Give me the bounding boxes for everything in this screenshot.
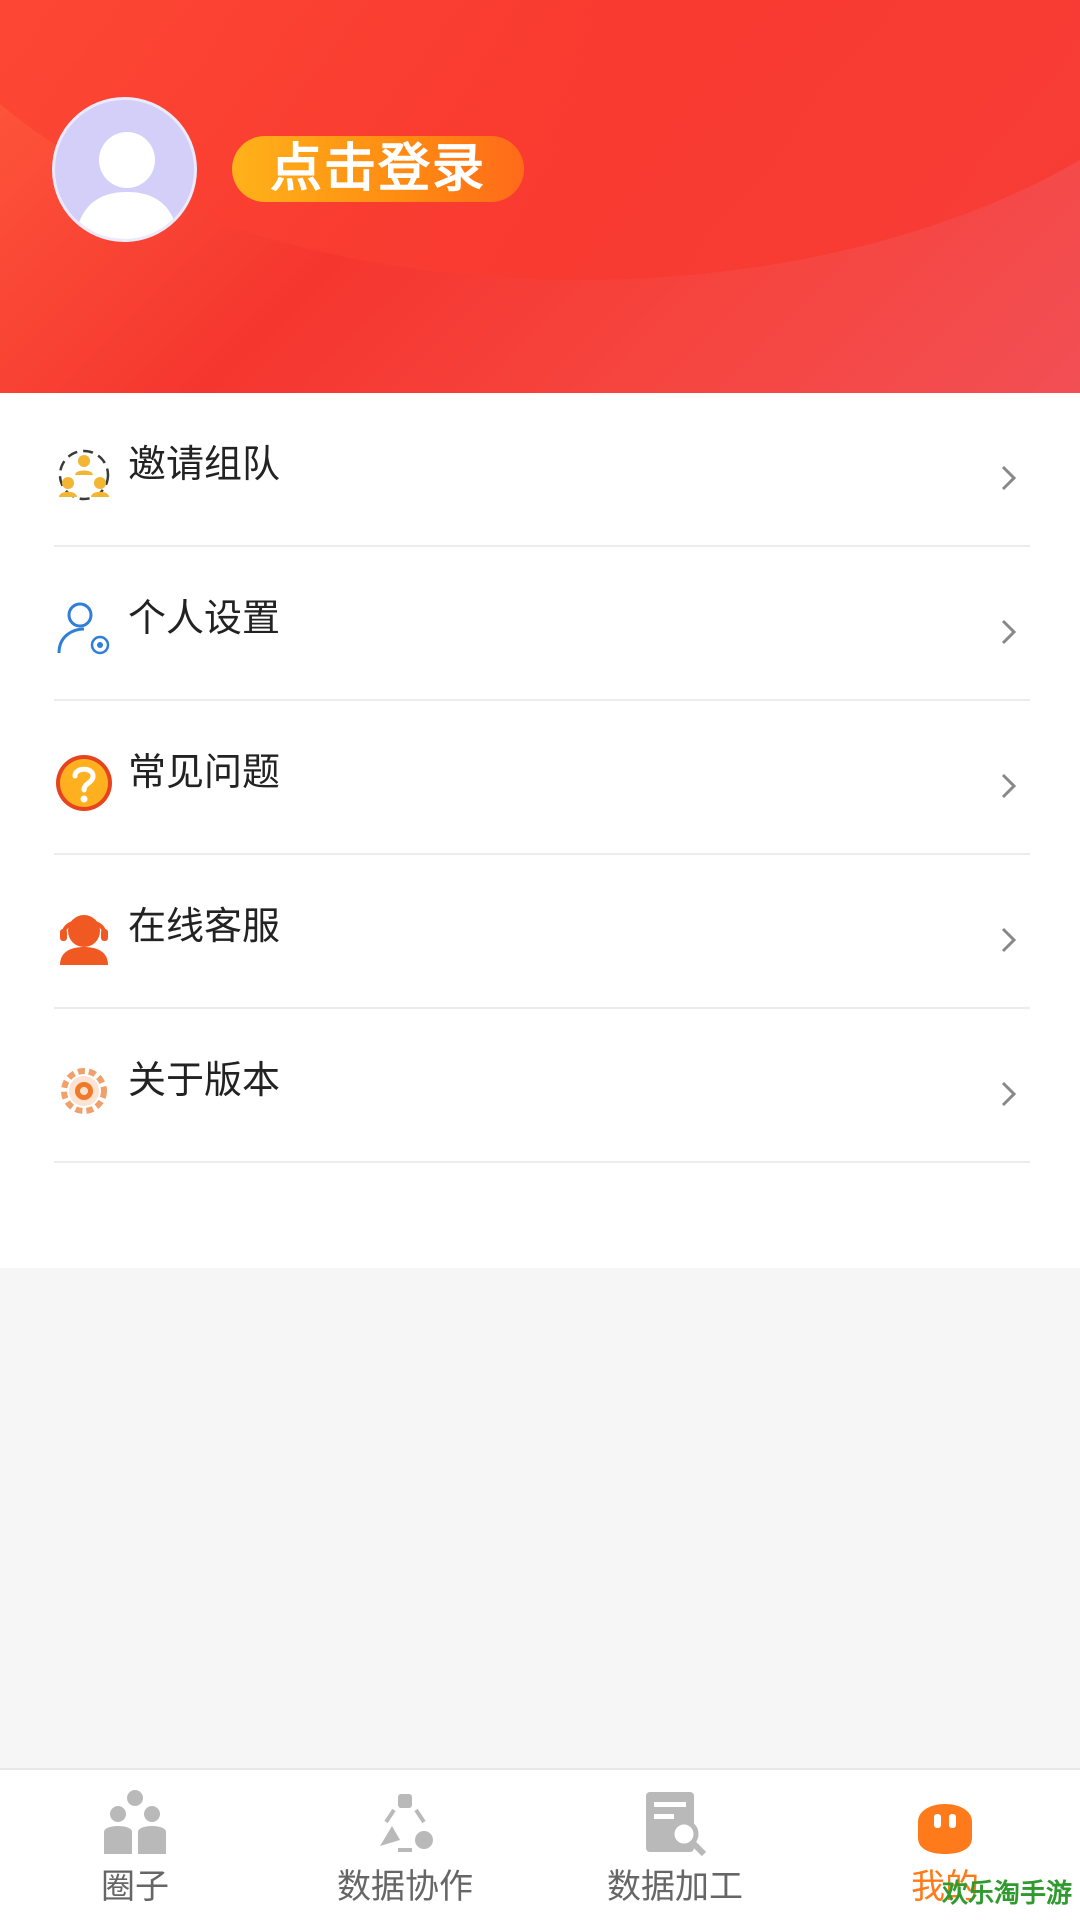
tab-label: 数据加工 (607, 1867, 743, 1907)
menu-item-team-invite[interactable]: 邀请组队 (54, 393, 1030, 547)
chevron-right-icon (1001, 773, 1017, 799)
menu-item-user-settings[interactable]: 个人设置 (54, 547, 1030, 701)
tab-label: 数据协作 (337, 1867, 473, 1907)
team-invite-icon (58, 449, 110, 501)
circle-group-icon (104, 1790, 166, 1854)
question-icon (56, 755, 112, 811)
menu-item-label: 关于版本 (128, 1058, 281, 1102)
menu-item-label: 个人设置 (128, 596, 281, 640)
chevron-right-icon (1001, 619, 1017, 645)
avatar[interactable] (52, 97, 197, 242)
mine-icon (918, 1804, 972, 1854)
bottom-tab-bar: 圈子 数据协作 数据加工 我的 欢乐淘手游 (0, 1768, 1080, 1920)
collaboration-icon (380, 1794, 433, 1852)
chevron-right-icon (1001, 465, 1017, 491)
menu-item-customer-service[interactable]: 在线客服 (54, 855, 1030, 1009)
customer-service-icon (60, 915, 108, 965)
tab-data-processing[interactable]: 数据加工 (540, 1770, 810, 1920)
menu-item-about-version[interactable]: 关于版本 (54, 1009, 1030, 1163)
default-avatar-icon (75, 132, 179, 239)
menu-item-faq[interactable]: 常见问题 (54, 701, 1030, 855)
tab-circle[interactable]: 圈子 (0, 1770, 270, 1920)
menu-list: 邀请组队 个人设置 常见问题 在线客服 关于版本 (0, 393, 1080, 1268)
chevron-right-icon (1001, 1081, 1017, 1107)
profile-header: 点击登录 (0, 0, 1080, 393)
menu-item-label: 邀请组队 (128, 442, 281, 486)
watermark-text: 欢乐淘手游 (941, 1879, 1072, 1909)
tab-data-collaboration[interactable]: 数据协作 (270, 1770, 540, 1920)
menu-item-label: 常见问题 (128, 750, 281, 794)
menu-item-label: 在线客服 (128, 904, 281, 948)
chevron-right-icon (1001, 927, 1017, 953)
login-button[interactable]: 点击登录 (232, 136, 524, 202)
gear-icon (61, 1068, 107, 1114)
tab-label: 圈子 (101, 1867, 169, 1907)
user-settings-icon (57, 602, 110, 655)
data-processing-icon (646, 1792, 707, 1857)
